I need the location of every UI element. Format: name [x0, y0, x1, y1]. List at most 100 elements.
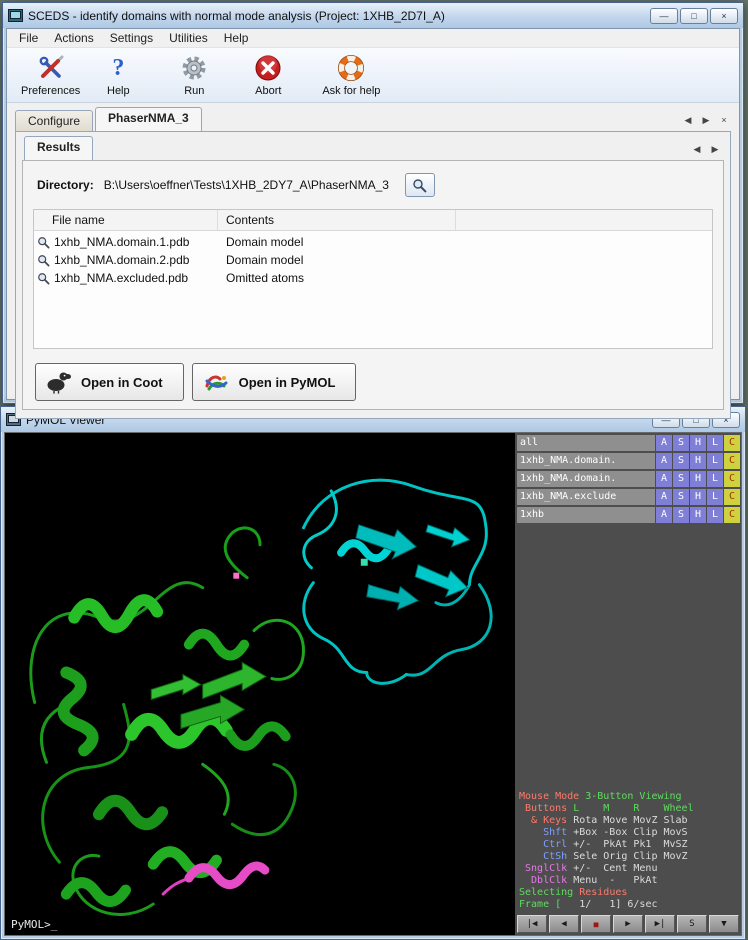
stop-button[interactable]: ■: [581, 915, 611, 933]
object-row: 1xhb_NMA.domain.ASHLC: [517, 471, 740, 487]
tab-scroll-left-icon[interactable]: ◀: [681, 113, 695, 127]
file-table-header[interactable]: File name Contents: [34, 210, 712, 231]
tab-close-icon[interactable]: ×: [717, 113, 731, 127]
menu-file[interactable]: File: [11, 29, 46, 47]
object-row: 1xhb_NMA.excludeASHLC: [517, 489, 740, 505]
menu-settings[interactable]: Settings: [102, 29, 161, 47]
object-c-menu-button[interactable]: C: [724, 489, 740, 505]
magnifier-icon: [37, 236, 50, 249]
object-a-menu-button[interactable]: A: [656, 435, 672, 451]
open-in-pymol-button[interactable]: Open in PyMOL: [192, 363, 357, 401]
menu-help[interactable]: Help: [216, 29, 257, 47]
object-h-menu-button[interactable]: H: [690, 435, 706, 451]
results-panel: Directory: B:\Users\oeffner\Tests\1XHB_2…: [22, 160, 724, 410]
object-a-menu-button[interactable]: A: [656, 489, 672, 505]
object-c-menu-button[interactable]: C: [724, 453, 740, 469]
column-contents[interactable]: Contents: [218, 210, 456, 230]
object-row: 1xhb_NMA.domain.ASHLC: [517, 453, 740, 469]
results-scroll-left-icon[interactable]: ◀: [690, 142, 704, 156]
pymol-window: PyMOL Viewer — □ ×: [0, 406, 746, 940]
magnifier-icon: [412, 178, 427, 193]
abort-label: Abort: [255, 85, 281, 97]
close-button[interactable]: ×: [710, 8, 738, 24]
object-c-menu-button[interactable]: C: [724, 471, 740, 487]
question-icon: ?: [112, 53, 124, 83]
play-button[interactable]: ▶: [613, 915, 643, 933]
minimize-button[interactable]: —: [650, 8, 678, 24]
object-name[interactable]: 1xhb_NMA.domain.: [517, 471, 655, 487]
run-button[interactable]: Run: [166, 51, 222, 99]
column-file-name[interactable]: File name: [34, 210, 218, 230]
table-row[interactable]: 1xhb_NMA.domain.2.pdb Domain model: [34, 251, 712, 269]
object-c-menu-button[interactable]: C: [724, 435, 740, 451]
tab-bar: Configure PhaserNMA_3 ◀ ▶ ×: [7, 103, 739, 131]
step-back-button[interactable]: ◀: [549, 915, 579, 933]
object-h-menu-button[interactable]: H: [690, 489, 706, 505]
mouse-help-line: DblClk Menu - PkAt: [519, 875, 741, 887]
open-in-pymol-label: Open in PyMOL: [239, 375, 336, 390]
pymol-command-prompt[interactable]: PyMOL>_: [11, 918, 57, 931]
object-s-menu-button[interactable]: S: [673, 453, 689, 469]
directory-row: Directory: B:\Users\oeffner\Tests\1XHB_2…: [33, 169, 713, 209]
sceds-titlebar[interactable]: SCEDS - identify domains with normal mod…: [3, 3, 743, 28]
object-name[interactable]: 1xhb: [517, 507, 655, 523]
tab-configure[interactable]: Configure: [15, 110, 93, 132]
tab-results[interactable]: Results: [24, 136, 93, 160]
directory-label: Directory:: [37, 178, 94, 192]
maximize-button[interactable]: □: [680, 8, 708, 24]
object-name[interactable]: 1xhb_NMA.domain.: [517, 453, 655, 469]
ask-for-help-button[interactable]: Ask for help: [318, 51, 384, 99]
open-in-coot-button[interactable]: Open in Coot: [35, 363, 184, 401]
object-l-menu-button[interactable]: L: [707, 471, 723, 487]
mouse-help-line: & Keys Rota Move MovZ Slab: [519, 815, 741, 827]
object-l-menu-button[interactable]: L: [707, 435, 723, 451]
menu-utilities[interactable]: Utilities: [161, 29, 216, 47]
pymol-logo-icon: [203, 370, 230, 394]
object-s-menu-button[interactable]: S: [673, 507, 689, 523]
object-c-menu-button[interactable]: C: [724, 507, 740, 523]
sceds-window-body: File Actions Settings Utilities Help Pre…: [6, 28, 740, 400]
preferences-button[interactable]: Preferences: [17, 51, 84, 99]
object-l-menu-button[interactable]: L: [707, 507, 723, 523]
results-scroll-right-icon[interactable]: ▶: [708, 142, 722, 156]
step-forward-button[interactable]: ▶|: [645, 915, 675, 933]
menu-actions[interactable]: Actions: [46, 29, 101, 47]
rewind-button[interactable]: |◀: [517, 915, 547, 933]
protein-ribbon-rendering: [5, 433, 515, 935]
object-a-menu-button[interactable]: A: [656, 471, 672, 487]
object-l-menu-button[interactable]: L: [707, 453, 723, 469]
abort-button[interactable]: Abort: [240, 51, 296, 99]
object-l-menu-button[interactable]: L: [707, 489, 723, 505]
panel-menu-button[interactable]: ▼: [709, 915, 739, 933]
object-panel-rows: allASHLC1xhb_NMA.domain.ASHLC1xhb_NMA.do…: [515, 433, 741, 523]
file-contents: Domain model: [218, 235, 303, 249]
pymol-window-body: PyMOL>_ allASHLC1xhb_NMA.domain.ASHLC1xh…: [4, 432, 742, 936]
tab-scroll-right-icon[interactable]: ▶: [699, 113, 713, 127]
object-s-menu-button[interactable]: S: [673, 489, 689, 505]
object-h-menu-button[interactable]: H: [690, 471, 706, 487]
tab-phasernma-3[interactable]: PhaserNMA_3: [95, 107, 202, 131]
object-s-menu-button[interactable]: S: [673, 435, 689, 451]
object-a-menu-button[interactable]: A: [656, 453, 672, 469]
table-row[interactable]: 1xhb_NMA.domain.1.pdb Domain model: [34, 233, 712, 251]
object-name[interactable]: all: [517, 435, 655, 451]
mouse-help-line: Ctrl +/- PkAt Pk1 MvSZ: [519, 839, 741, 851]
table-row[interactable]: 1xhb_NMA.excluded.pdb Omitted atoms: [34, 269, 712, 287]
panel-spacer: [515, 523, 741, 791]
scene-button[interactable]: S: [677, 915, 707, 933]
object-s-menu-button[interactable]: S: [673, 471, 689, 487]
mouse-help-line: Selecting Residues: [519, 887, 741, 899]
object-name[interactable]: 1xhb_NMA.exclude: [517, 489, 655, 505]
object-h-menu-button[interactable]: H: [690, 453, 706, 469]
file-contents: Omitted atoms: [218, 271, 304, 285]
results-tab-bar: Results ◀ ▶: [22, 134, 724, 160]
object-row: 1xhbASHLC: [517, 507, 740, 523]
molecule-viewport[interactable]: PyMOL>_: [5, 433, 515, 935]
browse-directory-button[interactable]: [405, 173, 435, 197]
help-button[interactable]: ? Help: [90, 51, 146, 99]
object-h-menu-button[interactable]: H: [690, 507, 706, 523]
object-row: allASHLC: [517, 435, 740, 451]
object-a-menu-button[interactable]: A: [656, 507, 672, 523]
coot-bird-icon: [46, 370, 72, 394]
playback-bar: |◀◀■▶▶|S▼: [515, 913, 741, 935]
